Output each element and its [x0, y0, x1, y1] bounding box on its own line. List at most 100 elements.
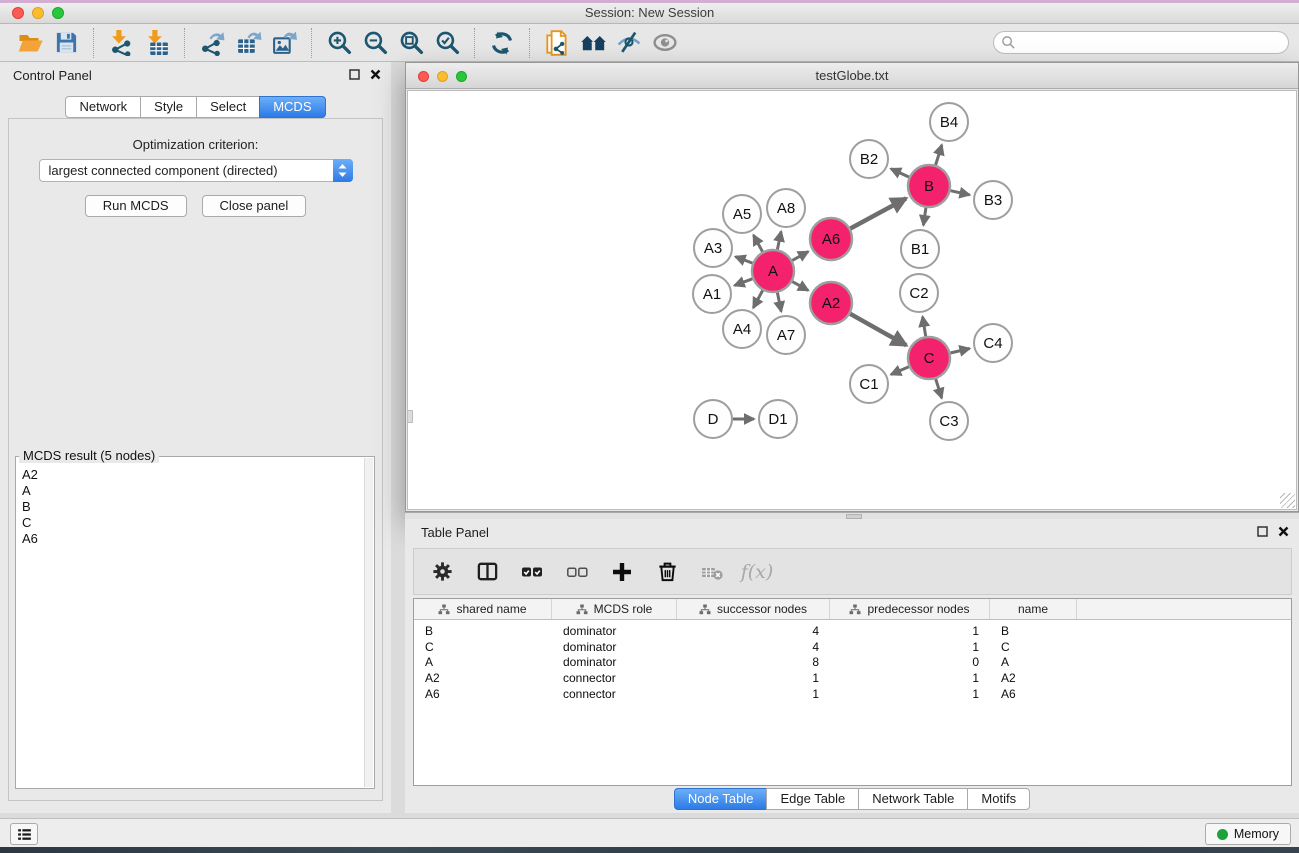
network-close-button[interactable]: [418, 71, 429, 82]
graph-node-A4[interactable]: A4: [723, 310, 761, 348]
refresh-layout-button[interactable]: [484, 27, 520, 59]
graph-node-A[interactable]: A: [752, 250, 794, 292]
export-network-button[interactable]: [194, 27, 230, 59]
home-button[interactable]: [575, 27, 611, 59]
close-panel-icon[interactable]: [370, 69, 381, 80]
graph-edge-A-A8[interactable]: [777, 232, 781, 250]
table-cell[interactable]: dominator: [552, 624, 677, 638]
column-header-shared-name[interactable]: shared name: [414, 599, 552, 619]
graph-edge-A-A4[interactable]: [753, 290, 762, 307]
hide-all-columns-button[interactable]: [563, 556, 591, 588]
table-cell[interactable]: 0: [830, 655, 990, 669]
table-row[interactable]: A6connector11A6: [414, 686, 1291, 702]
tab-select[interactable]: Select: [196, 96, 260, 118]
table-cell[interactable]: B: [990, 624, 1077, 638]
export-table-button[interactable]: [230, 27, 266, 59]
column-header-predecessor-nodes[interactable]: predecessor nodes: [830, 599, 990, 619]
graph-edge-C-C1[interactable]: [891, 367, 909, 375]
table-row[interactable]: Adominator80A: [414, 655, 1291, 671]
graph-edge-A-A6[interactable]: [792, 252, 808, 261]
export-image-button[interactable]: [266, 27, 302, 59]
network-canvas[interactable]: B4B2BB3A5A8A6B1A3AC2A1A2A4A7C4CC1C3DD1: [407, 90, 1297, 510]
close-panel-icon[interactable]: [1278, 526, 1289, 537]
task-history-button[interactable]: [10, 823, 38, 845]
show-graphics-details-button[interactable]: [647, 27, 683, 59]
graph-node-A3[interactable]: A3: [694, 229, 732, 267]
table-cell[interactable]: B: [414, 624, 552, 638]
run-mcds-button[interactable]: Run MCDS: [85, 195, 187, 217]
table-cell[interactable]: connector: [552, 687, 677, 701]
graph-edge-C-C4[interactable]: [950, 349, 969, 354]
open-session-button[interactable]: [12, 27, 48, 59]
new-network-from-selection-button[interactable]: [539, 27, 575, 59]
result-scrollbar[interactable]: [364, 458, 373, 787]
graph-node-A5[interactable]: A5: [723, 195, 761, 233]
graph-node-A8[interactable]: A8: [767, 189, 805, 227]
apply-function-button[interactable]: f(x): [743, 556, 771, 588]
mcds-result-item[interactable]: B: [22, 499, 374, 515]
graph-edge-A2-C[interactable]: [850, 314, 906, 346]
mcds-result-item[interactable]: A2: [22, 467, 374, 483]
table-cell[interactable]: C: [990, 640, 1077, 654]
graph-edge-A-A1[interactable]: [735, 279, 753, 286]
column-header-name[interactable]: name: [990, 599, 1077, 619]
table-cell[interactable]: 4: [677, 624, 830, 638]
graph-node-B3[interactable]: B3: [974, 181, 1012, 219]
table-cell[interactable]: C: [414, 640, 552, 654]
network-zoom-button[interactable]: [456, 71, 467, 82]
graph-edge-B-B2[interactable]: [891, 169, 909, 177]
table-cell[interactable]: 4: [677, 640, 830, 654]
table-row[interactable]: Cdominator41C: [414, 639, 1291, 655]
minimize-window-button[interactable]: [32, 7, 44, 19]
graph-node-B4[interactable]: B4: [930, 103, 968, 141]
graph-edge-B-B3[interactable]: [951, 191, 970, 195]
zoom-out-button[interactable]: [357, 27, 393, 59]
table-cell[interactable]: connector: [552, 671, 677, 685]
graph-node-C1[interactable]: C1: [850, 365, 888, 403]
mcds-result-item[interactable]: A6: [22, 531, 374, 547]
table-cell[interactable]: 1: [677, 687, 830, 701]
graph-node-D1[interactable]: D1: [759, 400, 797, 438]
graph-node-C[interactable]: C: [908, 337, 950, 379]
graph-node-A6[interactable]: A6: [810, 218, 852, 260]
table-cell[interactable]: 1: [677, 671, 830, 685]
tab-motifs[interactable]: Motifs: [967, 788, 1030, 810]
tab-node-table[interactable]: Node Table: [674, 788, 768, 810]
close-window-button[interactable]: [12, 7, 24, 19]
memory-button[interactable]: Memory: [1205, 823, 1291, 845]
graph-edge-A-A2[interactable]: [792, 282, 808, 291]
graph-edge-A6-B[interactable]: [850, 198, 906, 228]
column-header-successor-nodes[interactable]: successor nodes: [677, 599, 830, 619]
search-box[interactable]: [993, 31, 1289, 54]
graph-node-B[interactable]: B: [908, 165, 950, 207]
import-table-button[interactable]: [139, 27, 175, 59]
graph-node-C3[interactable]: C3: [930, 402, 968, 440]
graph-edge-A-A7[interactable]: [777, 293, 781, 312]
table-cell[interactable]: 1: [830, 687, 990, 701]
graph-node-D[interactable]: D: [694, 400, 732, 438]
table-row[interactable]: A2connector11A2: [414, 670, 1291, 686]
table-cell[interactable]: A6: [990, 687, 1077, 701]
graph-node-A1[interactable]: A1: [693, 275, 731, 313]
tab-edge-table[interactable]: Edge Table: [766, 788, 859, 810]
tab-style[interactable]: Style: [140, 96, 197, 118]
network-minimize-button[interactable]: [437, 71, 448, 82]
table-cell[interactable]: dominator: [552, 655, 677, 669]
mcds-result-item[interactable]: A: [22, 483, 374, 499]
table-cell[interactable]: 1: [830, 624, 990, 638]
delete-table-button[interactable]: [698, 556, 726, 588]
tab-network-table[interactable]: Network Table: [858, 788, 968, 810]
table-cell[interactable]: A6: [414, 687, 552, 701]
search-input[interactable]: [1016, 34, 1288, 51]
table-cell[interactable]: 1: [830, 671, 990, 685]
window-resize-grip[interactable]: [1280, 493, 1295, 508]
node-table[interactable]: shared nameMCDS rolesuccessor nodesprede…: [413, 598, 1292, 786]
graph-node-C2[interactable]: C2: [900, 274, 938, 312]
delete-column-button[interactable]: [653, 556, 681, 588]
split-columns-button[interactable]: [473, 556, 501, 588]
table-cell[interactable]: A: [990, 655, 1077, 669]
table-cell[interactable]: dominator: [552, 640, 677, 654]
zoom-window-button[interactable]: [52, 7, 64, 19]
add-column-button[interactable]: [608, 556, 636, 588]
graph-edge-C-C2[interactable]: [923, 317, 926, 337]
